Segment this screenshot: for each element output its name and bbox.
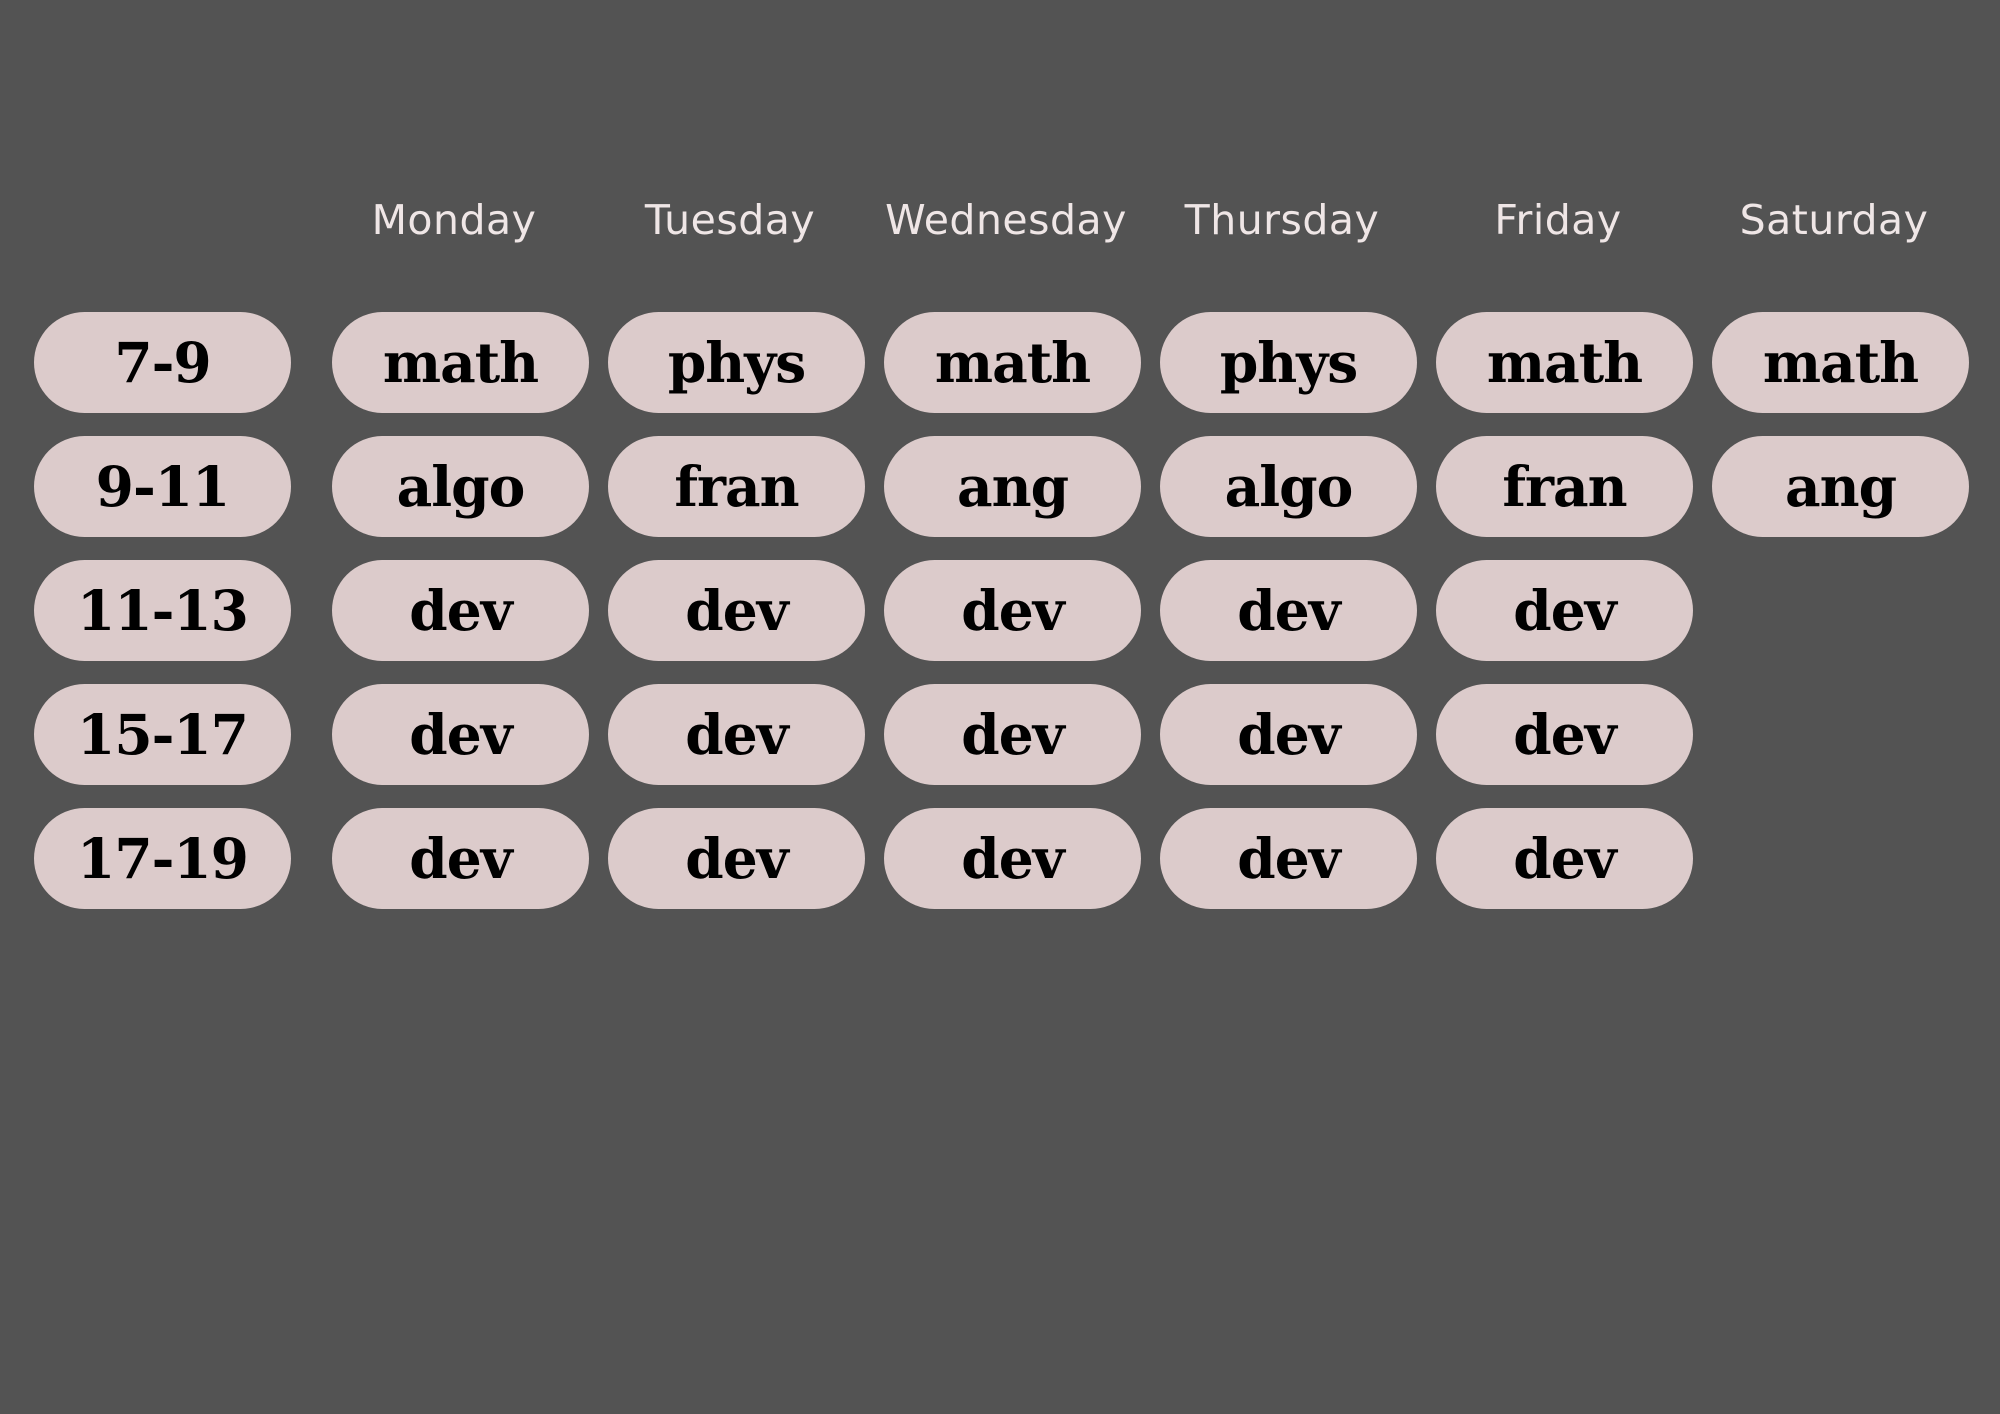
class-cell: math [332, 312, 589, 413]
class-cell: dev [608, 684, 865, 785]
time-slot-label: 15-17 [34, 684, 291, 785]
class-cell: dev [884, 560, 1141, 661]
class-cell: dev [1160, 560, 1417, 661]
time-slot-label: 7-9 [34, 312, 291, 413]
day-header-thursday: Thursday [1184, 196, 1380, 244]
class-cell: dev [1436, 560, 1693, 661]
class-cell: ang [1712, 436, 1969, 537]
class-cell: dev [884, 808, 1141, 909]
day-header-saturday: Saturday [1739, 196, 1929, 244]
class-cell: ang [884, 436, 1141, 537]
class-cell: dev [884, 684, 1141, 785]
class-cell: dev [608, 560, 865, 661]
class-cell: dev [1436, 684, 1693, 785]
class-cell: dev [1160, 808, 1417, 909]
class-cell: phys [1160, 312, 1417, 413]
class-cell: algo [332, 436, 589, 537]
class-cell: algo [1160, 436, 1417, 537]
class-cell: dev [608, 808, 865, 909]
class-cell: phys [608, 312, 865, 413]
class-cell: dev [1160, 684, 1417, 785]
class-cell: fran [1436, 436, 1693, 537]
day-header-friday: Friday [1494, 196, 1622, 244]
time-slot-label: 17-19 [34, 808, 291, 909]
class-cell: math [884, 312, 1141, 413]
day-header-wednesday: Wednesday [885, 196, 1127, 244]
class-cell: dev [332, 808, 589, 909]
time-slot-label: 11-13 [34, 560, 291, 661]
day-header-tuesday: Tuesday [644, 196, 816, 244]
class-cell: math [1712, 312, 1969, 413]
class-cell: dev [332, 560, 589, 661]
class-cell: math [1436, 312, 1693, 413]
class-cell: dev [1436, 808, 1693, 909]
day-header-monday: Monday [371, 196, 537, 244]
class-cell: dev [332, 684, 589, 785]
class-cell: fran [608, 436, 865, 537]
time-slot-label: 9-11 [34, 436, 291, 537]
